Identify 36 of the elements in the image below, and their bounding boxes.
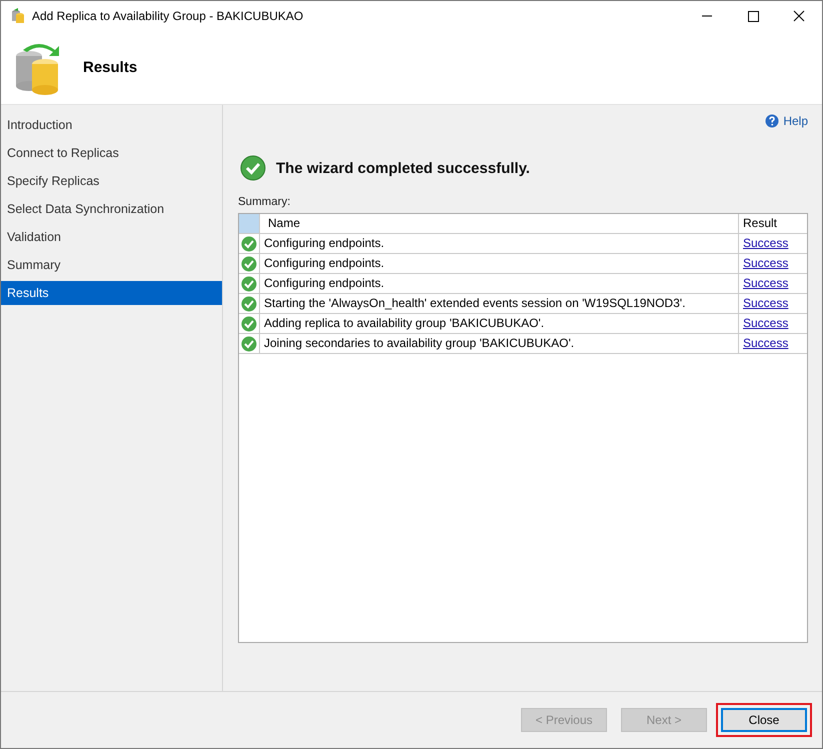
sidebar-item[interactable]: Select Data Synchronization — [1, 197, 222, 221]
sidebar-item[interactable]: Validation — [1, 225, 222, 249]
page-title: Results — [83, 59, 138, 76]
column-header: Result — [742, 215, 778, 232]
table-cell: Joining secondaries to availability group 'BAKICUBUKAO'. — [260, 334, 739, 353]
success-icon — [241, 336, 257, 352]
wizard-button[interactable]: Close — [721, 708, 807, 732]
result-link[interactable]: Success — [743, 256, 788, 270]
table-cell: Configuring endpoints. — [260, 274, 739, 293]
help-link[interactable]: Help — [765, 111, 808, 131]
success-icon — [240, 155, 266, 181]
database-icon — [10, 8, 26, 24]
result-link[interactable]: Success — [743, 276, 788, 290]
sidebar-item[interactable]: Specify Replicas — [1, 169, 222, 193]
success-icon — [241, 316, 257, 332]
result-link[interactable]: Success — [743, 236, 788, 250]
sidebar-item[interactable]: Connect to Replicas — [1, 141, 222, 165]
result-link[interactable]: Success — [743, 296, 788, 310]
status-message: The wizard completed successfully. — [276, 160, 530, 176]
summary-label: Summary: — [238, 196, 292, 208]
sidebar-item[interactable]: Results — [1, 281, 222, 305]
window-title: Add Replica to Availability Group - BAKICUBUKAO — [32, 9, 304, 23]
success-icon — [241, 256, 257, 272]
result-link[interactable]: Success — [743, 316, 788, 330]
result-link[interactable]: Success — [743, 336, 788, 350]
success-icon — [241, 236, 257, 252]
table-cell: Configuring endpoints. — [260, 254, 739, 273]
help-icon — [765, 114, 780, 128]
success-icon — [241, 296, 257, 312]
sidebar-item[interactable]: Summary — [1, 253, 222, 277]
table-cell: Adding replica to availability group 'BAKICUBUKAO'. — [260, 314, 739, 333]
sidebar-item[interactable]: Introduction — [1, 113, 222, 137]
column-header: Name — [260, 214, 739, 233]
table-cell: Configuring endpoints. — [260, 234, 739, 253]
table-cell: Starting the 'AlwaysOn_health' extended events session on 'W19SQL19NOD3'. — [260, 294, 739, 313]
success-icon — [241, 276, 257, 292]
